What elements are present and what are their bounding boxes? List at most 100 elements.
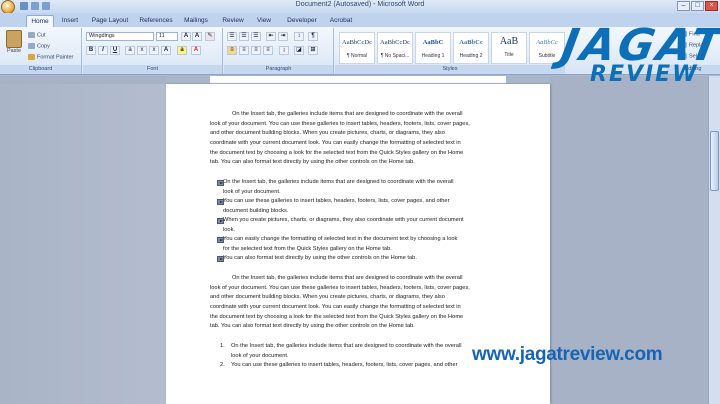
text-line: You can easily change the formatting of … xyxy=(223,236,458,242)
paragraph-1: On the Insert tab, the galleries include… xyxy=(210,110,506,168)
grow-font-button[interactable]: A xyxy=(181,32,191,41)
minimize-button[interactable]: – xyxy=(677,1,690,11)
text-line: When you create pictures, charts, or dia… xyxy=(223,217,464,223)
copy-button[interactable]: Copy xyxy=(28,43,50,49)
clipboard-label: Clipboard xyxy=(0,65,81,74)
text-line: You can also format text directly by usi… xyxy=(223,255,417,261)
font-group: Wingdings 11 A A ✎ B I U a x x A a A Fon… xyxy=(83,28,223,74)
justify-button[interactable]: ≡ xyxy=(263,46,273,55)
cut-button[interactable]: Cut xyxy=(28,32,46,38)
text-line: On the Insert tab, the galleries include… xyxy=(223,179,454,185)
style-name: ¶ No Spaci... xyxy=(380,53,410,59)
increase-indent-button[interactable]: ⇥ xyxy=(278,32,288,41)
style-title[interactable]: AaB Title xyxy=(491,32,527,64)
tab-review[interactable]: Review xyxy=(218,15,248,27)
list-number: 2. xyxy=(220,362,225,368)
text-line: tab. You can also format text directly b… xyxy=(210,159,415,166)
show-marks-button[interactable]: ¶ xyxy=(308,32,318,41)
scissors-icon xyxy=(28,32,35,38)
text-line: On the Insert tab, the galleries include… xyxy=(231,343,462,349)
sort-button[interactable]: ↕ xyxy=(294,32,304,41)
italic-button[interactable]: I xyxy=(98,46,108,55)
tab-mailings[interactable]: Mailings xyxy=(180,15,212,27)
text-line: document building blocks. xyxy=(223,207,289,214)
style-heading-1[interactable]: AaBbC Heading 1 xyxy=(415,32,451,64)
paste-icon xyxy=(6,30,22,48)
style-name: Heading 2 xyxy=(459,53,483,59)
jagat-review-logo: JAGAT REVIEW xyxy=(556,20,720,100)
multilevel-list-button[interactable]: ☰ xyxy=(251,32,261,41)
style-normal[interactable]: AaBbCcDc ¶ Normal xyxy=(339,32,375,64)
tab-developer[interactable]: Developer xyxy=(282,15,322,27)
style-preview: AaBbCc xyxy=(459,39,483,46)
highlight-button[interactable]: a xyxy=(177,46,187,55)
paste-label: Paste xyxy=(6,48,22,54)
style-preview: AaB xyxy=(499,36,519,47)
text-line: look. xyxy=(223,226,236,233)
tab-insert[interactable]: Insert xyxy=(58,15,82,27)
title-bar: Document2 (Autosaved) - Microsoft Word –… xyxy=(0,0,720,14)
copy-icon xyxy=(28,43,35,49)
align-right-button[interactable]: ≡ xyxy=(251,46,261,55)
paragraph-group: ☰ ☰ ☰ ⇤ ⇥ ↕ ¶ ≡ ≡ ≡ ≡ ↨ ◪ ⊞ Paragraph xyxy=(224,28,334,74)
bullets-button[interactable]: ☰ xyxy=(227,32,237,41)
shading-button[interactable]: ◪ xyxy=(294,46,304,55)
bullet-item: You can easily change the formatting of … xyxy=(217,235,508,254)
paste-button[interactable]: Paste xyxy=(3,30,25,54)
clear-format-button[interactable]: ✎ xyxy=(205,32,215,41)
borders-button[interactable]: ⊞ xyxy=(308,46,318,55)
underline-button[interactable]: U xyxy=(110,46,120,55)
format-painter-button[interactable]: Format Painter xyxy=(28,54,73,60)
paragraph-label: Paragraph xyxy=(224,65,333,74)
close-button[interactable]: × xyxy=(705,1,718,11)
superscript-button[interactable]: x xyxy=(149,46,159,55)
arrow-bullet-icon xyxy=(217,218,224,224)
change-case-button[interactable]: A xyxy=(161,46,171,55)
vertical-scrollbar[interactable] xyxy=(708,76,720,404)
text-line: You can use these galleries to insert ta… xyxy=(223,198,450,204)
font-color-button[interactable]: A xyxy=(191,46,201,55)
arrow-bullet-icon xyxy=(217,237,224,243)
text-line: and other document building blocks. When… xyxy=(210,294,445,301)
text-line: look of your document. You can use these… xyxy=(210,284,470,291)
bullet-item: On the Insert tab, the galleries include… xyxy=(217,178,508,197)
style-heading-2[interactable]: AaBbCc Heading 2 xyxy=(453,32,489,64)
tab-page-layout[interactable]: Page Layout xyxy=(88,15,132,27)
maximize-button[interactable]: □ xyxy=(691,1,704,11)
website-watermark: www.jagatreview.com xyxy=(472,344,663,365)
subscript-button[interactable]: x xyxy=(137,46,147,55)
text-line: the document text by choosing a look for… xyxy=(210,149,464,156)
numbering-button[interactable]: ☰ xyxy=(239,32,249,41)
text-line: You can use these galleries to insert ta… xyxy=(231,362,458,368)
logo-text-bottom: REVIEW xyxy=(590,62,699,87)
arrow-bullet-icon xyxy=(217,256,224,262)
font-name-combo[interactable]: Wingdings xyxy=(86,32,154,41)
tab-view[interactable]: View xyxy=(252,15,276,27)
paragraph-2: On the Insert tab, the galleries include… xyxy=(210,274,506,332)
decrease-indent-button[interactable]: ⇤ xyxy=(266,32,276,41)
text-line: tab. You can also format text directly b… xyxy=(210,323,415,330)
clipboard-group: Paste Cut Copy Format Painter Clipboard xyxy=(0,28,82,74)
bullet-item: You can also format text directly by usi… xyxy=(217,254,508,264)
brush-icon xyxy=(28,54,35,60)
scrollbar-thumb[interactable] xyxy=(710,131,719,191)
shrink-font-button[interactable]: A xyxy=(192,32,202,41)
align-left-button[interactable]: ≡ xyxy=(227,46,237,55)
align-center-button[interactable]: ≡ xyxy=(239,46,249,55)
font-size-combo[interactable]: 11 xyxy=(156,32,178,41)
arrow-bullet-icon xyxy=(217,180,224,186)
style-name: Title xyxy=(504,52,514,58)
text-line: look of your document. You can use these… xyxy=(210,120,470,127)
horizontal-ruler[interactable] xyxy=(166,76,550,84)
tab-acrobat[interactable]: Acrobat xyxy=(326,15,356,27)
strikethrough-button[interactable]: a xyxy=(125,46,135,55)
arrow-bullet-icon xyxy=(217,199,224,205)
style-no-spacing[interactable]: AaBbCcDc ¶ No Spaci... xyxy=(377,32,413,64)
numbered-item: You can use these galleries to insert ta… xyxy=(231,361,501,371)
style-preview: AaBbCcDc xyxy=(342,39,372,46)
bold-button[interactable]: B xyxy=(86,46,96,55)
window-controls: – □ × xyxy=(677,1,718,11)
tab-home[interactable]: Home xyxy=(26,15,54,27)
line-spacing-button[interactable]: ↨ xyxy=(279,46,289,55)
tab-references[interactable]: References xyxy=(136,15,176,27)
